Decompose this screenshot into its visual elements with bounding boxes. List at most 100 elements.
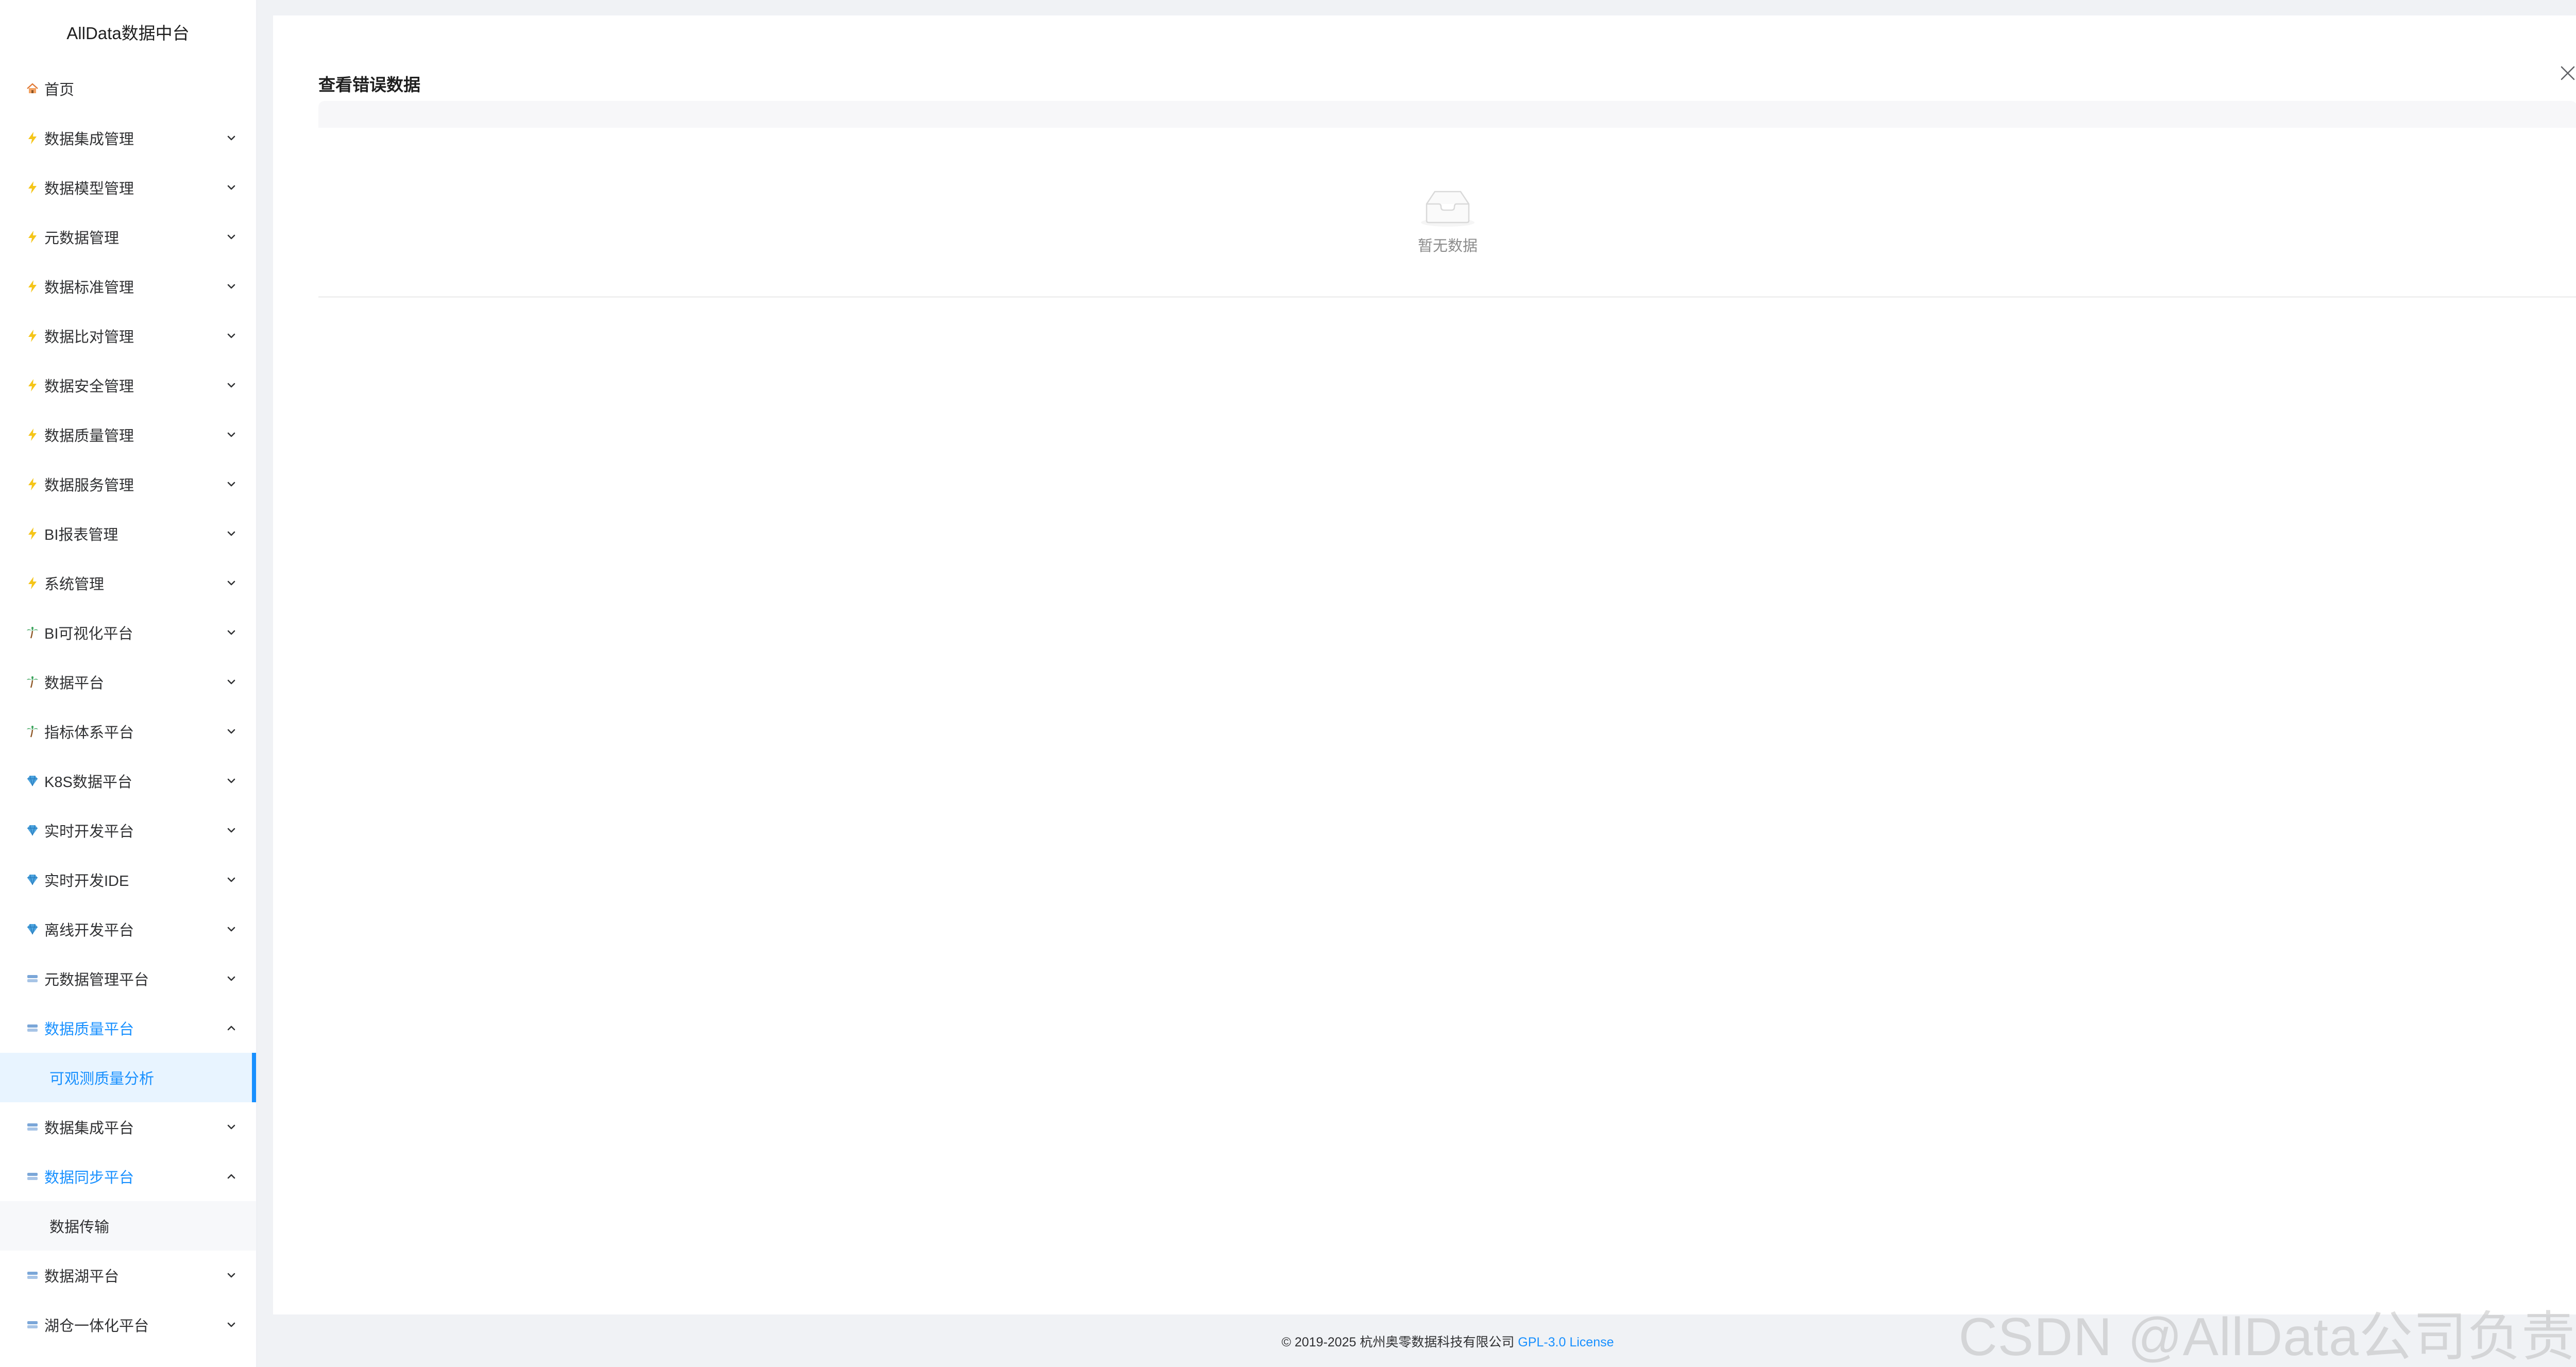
close-icon (2561, 66, 2575, 80)
close-button[interactable] (2556, 62, 2576, 84)
sidebar-item[interactable]: 数据集成平台 (0, 1102, 256, 1152)
sidebar-item[interactable]: 数据湖平台 (0, 1251, 256, 1300)
chevron-down-icon[interactable] (224, 922, 239, 936)
sidebar-item-label: 数据同步平台 (44, 1170, 134, 1186)
sidebar-item-label: 湖仓一体化平台 (44, 1318, 149, 1335)
chevron-up-icon[interactable] (224, 1021, 239, 1035)
sidebar-item-label: 元数据管理 (44, 230, 120, 247)
footer-copyright: © 2019-2025 杭州奥零数据科技有限公司 (1281, 1335, 1515, 1349)
sidebar-item-label: 首页 (44, 82, 75, 98)
sidebar-item-label: 系统管理 (44, 576, 105, 593)
chevron-down-icon[interactable] (224, 576, 239, 590)
chevron-down-icon[interactable] (224, 724, 239, 739)
chevron-down-icon[interactable] (224, 329, 239, 343)
sidebar-item[interactable]: 湖仓一体化平台 (0, 1300, 256, 1349)
sidebar-item-label: 数据平台 (44, 675, 105, 692)
chevron-down-icon[interactable] (224, 675, 239, 689)
chevron-down-icon[interactable] (224, 180, 239, 195)
sidebar: AllData数据中台 首页数据集成管理数据模型管理 元数据管理数据标准管理数据比… (0, 0, 258, 1367)
cloud-icon (25, 971, 40, 986)
app-root: AllData数据中台 首页数据集成管理数据模型管理 元数据管理数据标准管理数据比… (0, 0, 2576, 1367)
sidebar-item[interactable]: 元数据管理 (0, 212, 256, 262)
sidebar-item[interactable]: 实时开发平台 (0, 806, 256, 855)
sidebar-item-label: 离线开发平台 (44, 922, 134, 939)
sidebar-item[interactable]: 数据质量平台 (0, 1003, 256, 1053)
sidebar-menu: 首页数据集成管理数据模型管理 元数据管理数据标准管理数据比对管理数据安全管理数据质… (0, 64, 256, 1349)
dialog-title: 查看错误数据 (318, 75, 420, 94)
sidebar-item-label: K8S数据平台 (44, 774, 132, 791)
sidebar-item-label: 实时开发平台 (44, 824, 134, 840)
chevron-down-icon[interactable] (224, 873, 239, 887)
sidebar-item[interactable]: 数据同步平台 (0, 1152, 256, 1201)
empty-inbox-icon (1421, 191, 1475, 227)
chevron-down-icon[interactable] (224, 131, 239, 145)
sidebar-item[interactable]: 数据集成管理 (0, 113, 256, 163)
chevron-down-icon[interactable] (224, 477, 239, 491)
sidebar-item[interactable]: 数据比对管理 (0, 311, 256, 361)
chevron-down-icon[interactable] (224, 1268, 239, 1283)
chevron-down-icon[interactable] (224, 526, 239, 541)
sidebar-item-label: 指标体系平台 (44, 725, 134, 741)
lightning-icon (25, 476, 40, 492)
chevron-down-icon[interactable] (224, 971, 239, 986)
sidebar-item[interactable]: BI报表管理 (0, 509, 256, 558)
sidebar-item-label: 实时开发IDE (44, 873, 129, 890)
chevron-down-icon[interactable] (224, 279, 239, 294)
sidebar-item[interactable]: K8S数据平台 (0, 756, 256, 806)
footer-license-link[interactable]: GPL-3.0 License (1518, 1335, 1614, 1349)
house-icon (25, 81, 40, 96)
sidebar-item[interactable]: 数据平台 (0, 657, 256, 707)
chevron-down-icon[interactable] (224, 230, 239, 244)
chevron-down-icon[interactable] (224, 774, 239, 788)
cloud-icon (25, 1020, 40, 1036)
sidebar-item-label: 数据服务管理 (44, 477, 134, 494)
sidebar-item[interactable]: 数据质量管理 (0, 410, 256, 459)
sidebar-item[interactable]: 数据模型管理 (0, 163, 256, 212)
gem-icon (25, 872, 40, 887)
lightning-icon (25, 378, 40, 393)
empty-state: 暂无数据 (318, 128, 2576, 298)
sidebar-item-label: BI可视化平台 (44, 626, 133, 642)
chevron-down-icon[interactable] (224, 1120, 239, 1134)
chevron-down-icon[interactable] (224, 378, 239, 392)
sidebar-item-label: 数据模型管理 (44, 181, 134, 197)
sidebar-item[interactable]: 元数据管理平台 (0, 954, 256, 1003)
app-logo-title[interactable]: AllData数据中台 (0, 0, 256, 64)
gem-icon (25, 773, 40, 789)
sidebar-item-label: 元数据管理平台 (44, 972, 149, 988)
lightning-icon (25, 575, 40, 591)
lightning-icon (25, 180, 40, 195)
gem-icon (25, 921, 40, 937)
sidebar-item[interactable]: BI可视化平台 (0, 608, 256, 657)
error-data-dialog: 查看错误数据 暂无数据 (273, 15, 2576, 1314)
sidebar-item[interactable]: 系统管理 (0, 558, 256, 608)
sidebar-item-label: 数据标准管理 (44, 280, 134, 296)
cloud-icon (25, 1268, 40, 1283)
sidebar-item[interactable]: 数据标准管理 (0, 262, 256, 311)
empty-text: 暂无数据 (1417, 238, 1478, 254)
sidebar-subitem[interactable]: 可观测质量分析 (0, 1053, 256, 1102)
sidebar-subitem[interactable]: 数据传输 (0, 1201, 256, 1251)
lightning-icon (25, 229, 40, 245)
sidebar-item-label: 数据湖平台 (44, 1269, 120, 1285)
sidebar-item[interactable]: 首页 (0, 64, 256, 113)
cloud-icon (25, 1317, 40, 1332)
chevron-down-icon[interactable] (224, 428, 239, 442)
sidebar-item[interactable]: 数据服务管理 (0, 459, 256, 509)
cloud-icon (25, 1169, 40, 1184)
table-header (318, 101, 2576, 128)
chevron-down-icon[interactable] (224, 1318, 239, 1332)
watermark: CSDN @AllData公司负责人 (1958, 1307, 2576, 1367)
sidebar-item[interactable]: 数据安全管理 (0, 361, 256, 410)
sidebar-item[interactable]: 离线开发平台 (0, 904, 256, 954)
sidebar-item-label: 数据安全管理 (44, 379, 134, 395)
palm-tree-icon (25, 625, 40, 640)
sidebar-item-label: 数据集成平台 (44, 1120, 134, 1137)
sidebar-item[interactable]: 指标体系平台 (0, 707, 256, 756)
gem-icon (25, 823, 40, 838)
sidebar-item-label: BI报表管理 (44, 527, 118, 543)
sidebar-item[interactable]: 实时开发IDE (0, 855, 256, 904)
chevron-up-icon[interactable] (224, 1169, 239, 1184)
chevron-down-icon[interactable] (224, 625, 239, 640)
chevron-down-icon[interactable] (224, 823, 239, 838)
